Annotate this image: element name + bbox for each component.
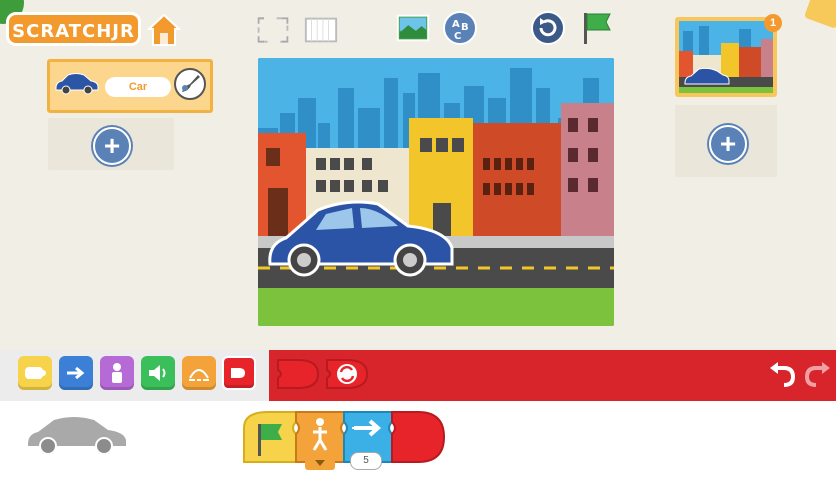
home-icon	[147, 13, 181, 46]
grid-icon	[304, 17, 338, 43]
end-block[interactable]	[274, 354, 322, 399]
add-sprite-button[interactable]: +	[93, 127, 131, 165]
sprite-name[interactable]: Car	[105, 77, 171, 97]
message-dropdown[interactable]	[305, 456, 335, 470]
redo-button[interactable]	[800, 357, 836, 393]
speaker-icon	[149, 365, 166, 381]
green-flag-icon	[243, 411, 297, 463]
selected-sprite-silhouette	[24, 412, 130, 461]
end-block-icon	[231, 368, 245, 378]
end-block-icon	[391, 411, 446, 463]
green-flag-button[interactable]	[578, 10, 614, 46]
reset-button[interactable]	[530, 10, 566, 46]
scratchjr-logo: SCRATCHJR	[6, 12, 141, 46]
repeat-forever-icon	[326, 359, 369, 389]
home-button[interactable]	[146, 12, 182, 48]
trigger-block-icon	[25, 367, 46, 379]
page-number-badge: 1	[764, 14, 782, 32]
city-background	[258, 58, 614, 326]
fullscreen-button[interactable]	[255, 12, 291, 48]
svg-text:C: C	[454, 31, 461, 42]
arrow-right-icon	[67, 366, 85, 380]
green-flag-start-block[interactable]	[238, 406, 300, 477]
triggering-category-button[interactable]	[18, 356, 52, 390]
sound-category-button[interactable]	[141, 356, 175, 390]
logo-text: SCRATCHJR	[6, 12, 141, 46]
motion-category-button[interactable]	[59, 356, 93, 390]
reset-icon	[531, 11, 565, 45]
grid-button[interactable]	[303, 12, 339, 48]
text-abc-icon: A B C	[443, 11, 477, 45]
paint-editor-button[interactable]	[174, 68, 206, 100]
control-category-button[interactable]	[182, 356, 216, 390]
undo-icon	[770, 362, 796, 387]
fullscreen-icon	[257, 17, 289, 43]
car-silhouette-icon	[28, 417, 126, 455]
plus-icon: +	[719, 128, 737, 159]
add-page-slot: +	[675, 105, 777, 177]
chevron-down-icon	[315, 460, 325, 466]
page-preview-icon	[679, 21, 773, 93]
page-thumbnail-1[interactable]: 1	[675, 14, 782, 97]
end-block-shape	[277, 359, 320, 389]
background-icon	[396, 14, 430, 42]
redo-icon	[804, 362, 830, 387]
sprite-item-car[interactable]: Car	[47, 59, 213, 113]
undo-button[interactable]	[764, 357, 800, 393]
repeat-forever-block[interactable]	[323, 354, 371, 399]
end-category-button[interactable]	[222, 356, 256, 390]
add-sprite-slot: +	[48, 118, 174, 170]
paintbrush-icon	[182, 75, 200, 92]
stage[interactable]	[258, 58, 614, 326]
svg-text:B: B	[461, 22, 469, 33]
end-block-script[interactable]	[388, 406, 448, 477]
svg-text:A: A	[452, 19, 460, 30]
add-page-button[interactable]: +	[709, 125, 747, 163]
car-thumbnail-icon	[55, 73, 99, 95]
change-background-button[interactable]	[395, 10, 431, 46]
add-text-button[interactable]: A B C	[442, 10, 478, 46]
green-flag-icon	[584, 13, 611, 44]
looks-category-button[interactable]	[100, 356, 134, 390]
move-steps-input[interactable]: 5	[350, 452, 382, 470]
person-icon	[112, 363, 122, 383]
plus-icon: +	[103, 130, 121, 161]
control-icon	[189, 369, 209, 381]
